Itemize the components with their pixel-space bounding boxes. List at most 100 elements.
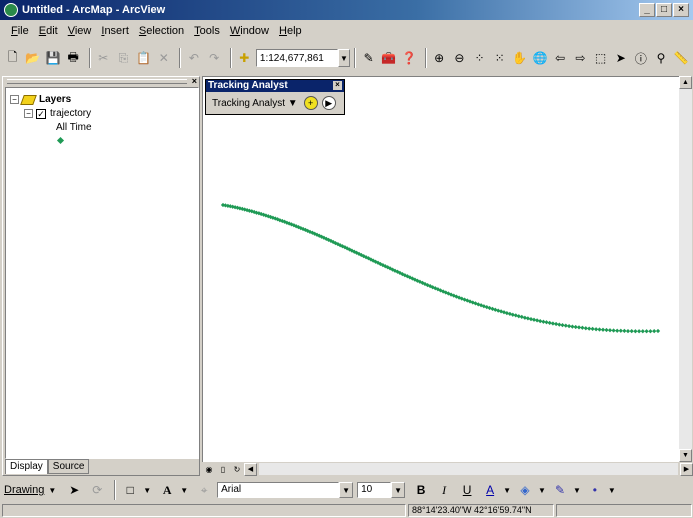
select-elements-icon[interactable]: ➤ xyxy=(64,480,84,500)
zoom-in-icon[interactable]: ⊕ xyxy=(431,48,448,68)
tab-display[interactable]: Display xyxy=(5,459,48,474)
menu-edit[interactable]: Edit xyxy=(34,25,63,37)
copy-icon[interactable]: ⎘ xyxy=(115,48,132,68)
pan-hand-icon[interactable]: ✋ xyxy=(511,48,528,68)
status-coordinates: 88°14'23.40"W 42°16'59.74"N xyxy=(408,504,554,517)
toc-layer-row[interactable]: − ✓ trajectory xyxy=(24,108,91,119)
print-icon[interactable]: 🖶 xyxy=(65,48,82,68)
undo-icon[interactable]: ↶ xyxy=(185,48,202,68)
playback-manager-icon[interactable]: ▶ xyxy=(321,96,336,110)
fill-color-dropdown-icon[interactable]: ▼ xyxy=(538,486,546,495)
zoom-out-icon[interactable]: ⊖ xyxy=(451,48,468,68)
redo-icon[interactable]: ↷ xyxy=(206,48,223,68)
horizontal-scroll-track[interactable] xyxy=(259,463,678,475)
menu-tools[interactable]: Tools xyxy=(189,25,225,37)
map-vertical-scrollbar[interactable]: ▲ ▼ xyxy=(679,76,692,462)
tracking-analyst-body: Tracking Analyst ▼ + ▶ xyxy=(206,92,344,114)
select-elements-arrow-icon[interactable]: ➤ xyxy=(612,48,629,68)
open-folder-icon[interactable]: 📂 xyxy=(24,48,41,68)
trajectory-point xyxy=(560,322,565,328)
rotate-icon[interactable]: ⟳ xyxy=(87,480,107,500)
full-extent-globe-icon[interactable]: 🌐 xyxy=(531,48,548,68)
font-dropdown-icon[interactable]: ▼ xyxy=(339,482,354,498)
tracking-analyst-title[interactable]: Tracking Analyst × xyxy=(206,80,344,92)
new-document-icon[interactable]: 🗋 xyxy=(4,48,21,68)
marker-color-icon[interactable]: • xyxy=(585,480,605,500)
bold-icon[interactable]: B xyxy=(411,480,431,500)
tracking-analyst-title-text: Tracking Analyst xyxy=(208,80,288,91)
collapse-icon[interactable]: − xyxy=(10,95,19,104)
scroll-left-icon[interactable]: ◀ xyxy=(244,462,257,476)
delete-icon[interactable]: ✕ xyxy=(155,48,172,68)
trajectory-point xyxy=(607,328,613,333)
map-scale-input[interactable]: 1:124,677,861 xyxy=(255,49,338,67)
minimize-button[interactable]: _ xyxy=(639,3,655,17)
toc-close-icon[interactable]: × xyxy=(192,76,197,86)
tracking-analyst-menu-label: Tracking Analyst xyxy=(212,97,285,109)
drawing-menu[interactable]: Drawing xyxy=(4,484,44,496)
fixed-zoom-in-icon[interactable]: ⁘ xyxy=(471,48,488,68)
menu-insert[interactable]: Insert xyxy=(96,25,134,37)
data-view-icon[interactable]: ◉ xyxy=(203,463,215,475)
scale-dropdown-arrow-icon[interactable]: ▼ xyxy=(337,49,351,67)
fixed-zoom-out-icon[interactable]: ⁙ xyxy=(491,48,508,68)
fill-color-icon[interactable]: ◈ xyxy=(515,480,535,500)
toc-layers-row[interactable]: − Layers xyxy=(10,94,71,105)
drawing-menu-arrow-icon[interactable]: ▼ xyxy=(48,486,56,495)
font-color-dropdown-icon[interactable]: ▼ xyxy=(503,486,511,495)
refresh-view-icon[interactable]: ↻ xyxy=(231,463,243,475)
trajectory-point xyxy=(541,319,546,324)
measure-icon[interactable]: 📏 xyxy=(673,48,690,68)
marker-color-dropdown-icon[interactable]: ▼ xyxy=(608,486,616,495)
forward-extent-icon[interactable]: ⇨ xyxy=(572,48,589,68)
line-color-icon[interactable]: ✎ xyxy=(550,480,570,500)
menu-help[interactable]: Help xyxy=(274,25,307,37)
font-name-field[interactable]: Arial xyxy=(217,482,340,498)
cut-icon[interactable]: ✂ xyxy=(95,48,112,68)
toolbar-separator xyxy=(88,48,91,68)
menu-selection[interactable]: Selection xyxy=(134,25,189,37)
maximize-button[interactable]: □ xyxy=(656,3,672,17)
trajectory-point xyxy=(640,329,645,334)
collapse-icon[interactable]: − xyxy=(24,109,33,118)
scroll-up-icon[interactable]: ▲ xyxy=(679,76,692,89)
toc-grip-bar[interactable]: × xyxy=(3,76,199,87)
arctoolbox-icon[interactable]: 🧰 xyxy=(380,48,397,68)
map-display[interactable] xyxy=(202,76,679,462)
italic-icon[interactable]: I xyxy=(434,480,454,500)
font-color-icon[interactable]: A xyxy=(480,480,500,500)
save-icon[interactable]: 💾 xyxy=(44,48,61,68)
text-dropdown-icon[interactable]: ▼ xyxy=(180,486,188,495)
add-temporal-data-icon[interactable]: + xyxy=(303,96,318,110)
whats-this-icon[interactable]: ❓ xyxy=(400,48,417,68)
back-extent-icon[interactable]: ⇦ xyxy=(552,48,569,68)
editor-toolbar-icon[interactable]: ✎ xyxy=(360,48,377,68)
edit-vertices-icon[interactable]: ⌖ xyxy=(194,480,214,500)
rectangle-dropdown-icon[interactable]: ▼ xyxy=(143,486,151,495)
menu-view[interactable]: View xyxy=(63,25,97,37)
underline-icon[interactable]: U xyxy=(457,480,477,500)
layout-view-icon[interactable]: ▯ xyxy=(217,463,229,475)
identify-icon[interactable]: ⓘ xyxy=(632,48,649,68)
toc-symbol-row[interactable] xyxy=(56,136,65,145)
layer-name: trajectory xyxy=(50,108,92,119)
new-text-icon[interactable]: A xyxy=(157,480,177,500)
tab-source[interactable]: Source xyxy=(47,459,90,474)
scroll-down-icon[interactable]: ▼ xyxy=(679,449,692,462)
tracking-analyst-menu[interactable]: Tracking Analyst ▼ xyxy=(212,98,298,109)
layer-visibility-checkbox[interactable]: ✓ xyxy=(36,108,46,119)
add-data-icon[interactable]: ✚ xyxy=(236,48,253,68)
tracking-close-icon[interactable]: × xyxy=(333,81,342,90)
line-color-dropdown-icon[interactable]: ▼ xyxy=(573,486,581,495)
select-features-icon[interactable]: ⬚ xyxy=(592,48,609,68)
close-button[interactable]: × xyxy=(673,3,689,17)
font-size-field[interactable]: 10 xyxy=(357,482,392,498)
paste-icon[interactable]: 📋 xyxy=(135,48,152,68)
menu-window[interactable]: Window xyxy=(225,25,274,37)
status-message xyxy=(2,504,406,517)
rectangle-tool-icon[interactable]: □ xyxy=(120,480,140,500)
font-size-dropdown-icon[interactable]: ▼ xyxy=(391,482,406,498)
find-binoculars-icon[interactable]: ⚲ xyxy=(652,48,669,68)
scroll-right-icon[interactable]: ▶ xyxy=(680,462,693,476)
menu-file[interactable]: File xyxy=(6,25,34,37)
